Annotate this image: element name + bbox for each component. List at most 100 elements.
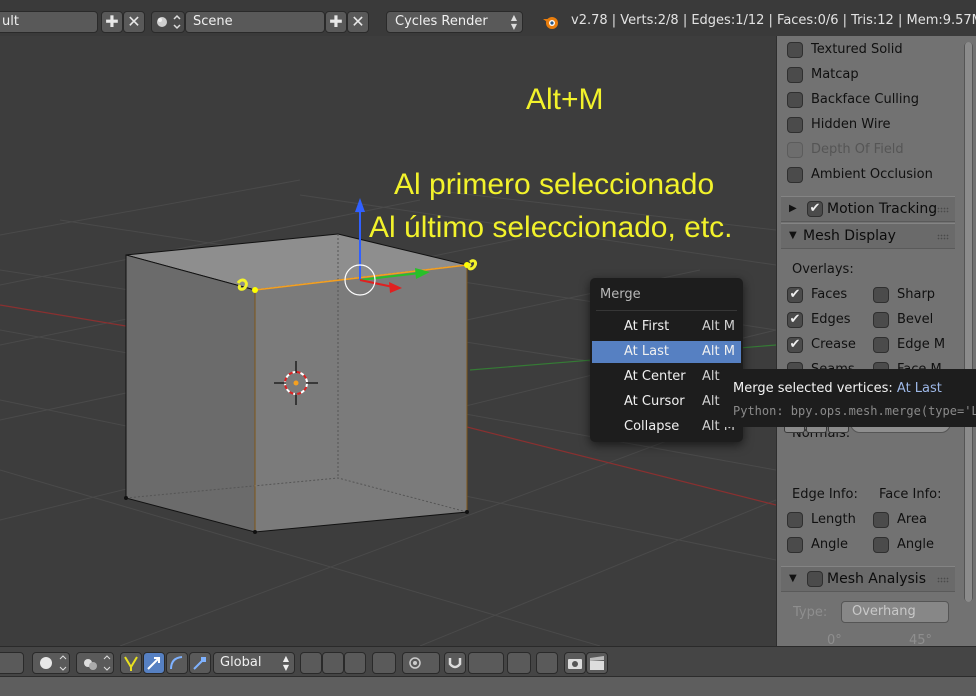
option-label: Edge M [897,337,946,352]
section-title: Mesh Display [803,228,896,244]
menu-item-label: At Last [624,344,669,359]
checkbox[interactable] [787,67,803,83]
viewport-shading-dropdown[interactable] [32,652,70,674]
render-engine-label: Cycles Render [395,14,488,29]
merge-menu-title: Merge [600,287,641,302]
option-label: Angle [811,537,848,552]
menu-item-at-center[interactable]: At Center Alt M [592,366,741,388]
scale-icon [193,657,206,670]
collapse-triangle-icon[interactable]: ▼ [789,573,797,584]
pivot-point-dropdown[interactable] [76,652,114,674]
add-screen-button[interactable]: ✚ [101,11,123,33]
checkbox[interactable] [787,537,803,553]
copy-pose-button[interactable] [536,652,558,674]
menu-item-at-cursor[interactable]: At Cursor Alt M [592,391,741,413]
mesh-analysis-section-header[interactable]: ▼ Mesh Analysis [781,566,955,592]
menu-item-at-last[interactable]: At Last Alt M [592,341,741,363]
menu-item-label: Collapse [624,419,680,434]
translate-manipulator-button[interactable] [143,652,165,674]
mesh-display-section-header[interactable]: ▼ Mesh Display [781,223,955,249]
motion-tracking-checkbox[interactable]: ✔ [807,201,823,217]
option-label: Textured Solid [811,42,903,57]
menu-item-collapse[interactable]: Collapse Alt M [592,416,741,438]
proportional-edit-icon [409,657,421,669]
option-label: Hidden Wire [811,117,891,132]
checkbox[interactable] [873,537,889,553]
scale-manipulator-button[interactable] [189,652,211,674]
option-label: Depth Of Field [811,142,904,157]
transform-orientation-dropdown[interactable]: Global ▲ ▼ [213,652,295,674]
drag-grip-icon[interactable] [937,207,949,213]
checkbox[interactable]: ✔ [787,312,803,328]
menu-item-label: At Center [624,369,686,384]
limit-selection-visible-button[interactable] [372,652,396,674]
edge-select-mode-button[interactable] [322,652,344,674]
checkbox[interactable]: ✔ [787,287,803,303]
checkbox[interactable] [787,42,803,58]
analysis-min-value[interactable]: 0° [827,633,842,646]
solid-shading-icon [40,655,67,671]
drag-grip-icon[interactable] [937,234,949,240]
scene-name-field[interactable]: Scene [185,11,325,33]
scene-browse-button[interactable] [151,11,185,33]
annotation-last: Al último seleccionado, etc. [369,211,733,244]
snap-target-button[interactable] [507,652,531,674]
screen-layout-field[interactable]: ult [0,11,98,33]
blender-logo-icon [543,17,558,29]
snap-toggle[interactable] [444,652,466,674]
panel-scrollbar[interactable] [964,42,973,602]
scene-statistics: v2.78 | Verts:2/8 | Edges:1/12 | Faces:0… [571,13,976,28]
opengl-render-animation-button[interactable] [586,652,608,674]
checkbox[interactable] [873,312,889,328]
3d-view-header: Global ▲ ▼ [0,646,976,676]
section-title: Motion Tracking [827,201,938,217]
checkbox[interactable] [787,167,803,183]
checkbox[interactable] [873,337,889,353]
mesh-analysis-checkbox[interactable] [807,571,823,587]
section-title: Mesh Analysis [827,571,926,587]
operator-tooltip: Merge selected vertices: At Last Python:… [720,369,976,427]
motion-tracking-section-header[interactable]: ▶ ✔ Motion Tracking [781,196,955,222]
checkbox[interactable] [873,512,889,528]
rotate-manipulator-button[interactable] [166,652,188,674]
menu-item-shortcut: Alt M [702,344,735,359]
checkbox [787,142,803,158]
collapse-triangle-icon[interactable]: ▼ [789,230,797,241]
checkbox[interactable] [787,117,803,133]
face-info-label: Face Info: [879,487,942,502]
checkbox[interactable] [873,287,889,303]
translate-arrow-icon [147,657,160,670]
menu-item-label: At Cursor [624,394,685,409]
snap-element-dropdown[interactable] [468,652,504,674]
manipulator-toggle[interactable] [120,652,142,674]
add-scene-button[interactable]: ✚ [325,11,347,33]
face-select-mode-button[interactable] [344,652,366,674]
analysis-max-value[interactable]: 45° [909,633,932,646]
render-engine-dropdown[interactable]: Cycles Render ▲ ▼ [386,11,523,33]
tooltip-label: Merge selected vertices: [733,381,893,396]
checkbox[interactable] [787,92,803,108]
checkbox[interactable]: ✔ [787,337,803,353]
option-label: Edges [811,312,851,327]
timeline-strip[interactable] [0,676,976,696]
checkbox[interactable] [787,512,803,528]
delete-screen-button[interactable]: ✕ [123,11,145,33]
camera-icon [568,659,582,669]
analysis-type-dropdown[interactable]: Overhang [841,601,949,623]
properties-panel: Textured Solid Matcap Backface Culling H… [776,36,976,646]
expand-triangle-icon[interactable]: ▶ [789,203,797,214]
menu-item-label: At First [624,319,670,334]
overlays-label: Overlays: [792,262,854,277]
delete-scene-button[interactable]: ✕ [347,11,369,33]
option-label: Ambient Occlusion [811,167,933,182]
selected-vertex-first[interactable] [252,287,258,293]
opengl-render-image-button[interactable] [564,652,586,674]
tooltip-value: At Last [896,381,942,396]
scrollbar-thumb[interactable] [965,42,972,602]
option-label: Area [897,512,927,527]
proportional-editing-dropdown[interactable] [402,652,440,674]
menu-item-at-first[interactable]: At First Alt M [592,316,741,338]
drag-grip-icon[interactable] [937,577,949,583]
interaction-mode-dropdown[interactable] [0,652,24,674]
vertex-select-mode-button[interactable] [300,652,322,674]
